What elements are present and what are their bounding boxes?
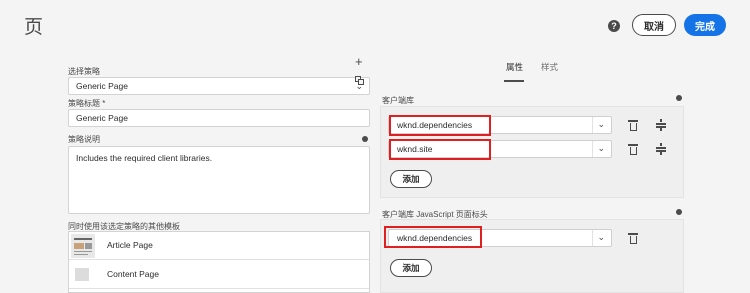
highlight-box (389, 115, 491, 136)
drag-handle-icon[interactable] (656, 119, 666, 131)
select-divider (592, 230, 593, 246)
delete-icon[interactable] (628, 120, 638, 131)
delete-icon[interactable] (628, 144, 638, 155)
add-client-lib-button[interactable]: 添加 (390, 170, 432, 188)
header-bar: 页 ? 取消 完成 (0, 0, 750, 46)
select-divider (592, 141, 593, 157)
chevron-down-icon: ⌄ (597, 119, 605, 129)
add-policy-icon[interactable]: + (355, 55, 363, 68)
template-thumbnail (71, 234, 95, 258)
delete-icon[interactable] (628, 233, 638, 244)
duplicate-policy-icon[interactable] (355, 76, 364, 85)
template-label: Article Page (107, 240, 153, 250)
info-icon (676, 95, 682, 101)
list-item[interactable]: Content Page (69, 261, 369, 289)
info-icon (676, 209, 682, 215)
template-thumbnail (75, 268, 89, 281)
add-head-lib-button[interactable]: 添加 (390, 259, 432, 277)
policy-title-label: 策略标题 * (68, 99, 106, 108)
info-icon (362, 136, 368, 142)
chevron-down-icon: ⌄ (597, 143, 605, 153)
highlight-box (384, 226, 482, 248)
done-button[interactable]: 完成 (684, 14, 726, 36)
policy-desc-value: Includes the required client libraries. (76, 153, 213, 163)
client-libs-label: 客户端库 (382, 96, 414, 105)
templates-list: Article Page Content Page (68, 231, 370, 293)
tab-properties[interactable]: 属性 (506, 61, 523, 73)
policy-title-value: Generic Page (76, 113, 128, 123)
policy-select-value: Generic Page (76, 81, 128, 91)
template-label: Content Page (107, 269, 159, 279)
policy-desc-label: 策略说明 (68, 135, 100, 144)
chevron-down-icon: ⌄ (597, 232, 605, 242)
help-icon[interactable]: ? (608, 20, 620, 32)
policy-select[interactable]: Generic Page ⌄ (68, 77, 370, 95)
page-title: 页 (24, 16, 44, 38)
active-tab-indicator (504, 80, 524, 82)
tab-styles[interactable]: 样式 (541, 61, 558, 73)
cancel-button[interactable]: 取消 (632, 14, 676, 36)
select-policy-label: 选择策略 (68, 67, 100, 76)
highlight-box (389, 139, 491, 160)
page-policy-editor: 页 ? 取消 完成 选择策略 Generic Page ⌄ + 策略标题 * G… (0, 0, 750, 293)
policy-title-input[interactable]: Generic Page (68, 109, 370, 127)
list-item[interactable]: Article Page (69, 232, 369, 260)
drag-handle-icon[interactable] (656, 143, 666, 155)
policy-desc-textarea[interactable]: Includes the required client libraries. (68, 146, 370, 214)
select-divider (592, 117, 593, 133)
